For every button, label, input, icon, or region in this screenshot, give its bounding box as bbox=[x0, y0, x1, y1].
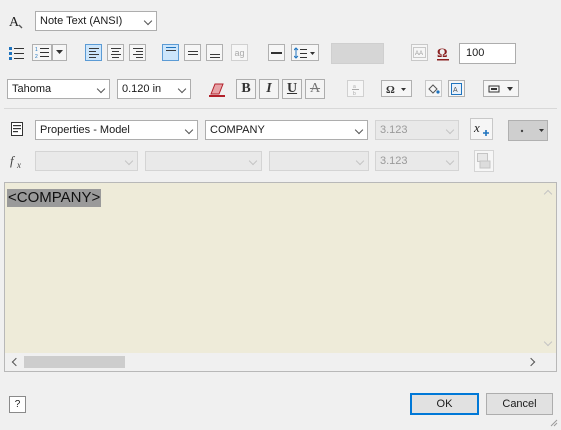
property-type-value: Properties - Model bbox=[40, 124, 130, 136]
section-divider bbox=[4, 108, 557, 109]
fit-text-icon: ag bbox=[231, 44, 248, 61]
svg-text:b: b bbox=[353, 91, 356, 95]
resize-grip-icon[interactable] bbox=[547, 416, 559, 428]
line-spacing-value bbox=[331, 43, 384, 64]
align-top-icon[interactable] bbox=[162, 44, 179, 61]
italic-button[interactable]: I bbox=[259, 79, 279, 99]
svg-text:x: x bbox=[473, 121, 480, 135]
svg-text:x: x bbox=[16, 160, 21, 169]
numbered-list-icon[interactable]: 12 bbox=[32, 44, 52, 61]
text-color-icon[interactable] bbox=[207, 80, 227, 98]
align-center-icon[interactable] bbox=[107, 44, 124, 61]
list-options-dropdown-icon[interactable] bbox=[52, 44, 67, 61]
scroll-left-icon[interactable] bbox=[7, 353, 21, 371]
svg-text:f: f bbox=[10, 153, 16, 168]
svg-text:A: A bbox=[9, 15, 20, 30]
align-middle-icon[interactable] bbox=[184, 44, 201, 61]
function-dropdown-1 bbox=[35, 151, 138, 171]
rotation-icon: Ω bbox=[434, 44, 452, 62]
svg-text:2: 2 bbox=[35, 54, 38, 59]
svg-text:AA: AA bbox=[415, 51, 423, 57]
precision-value: 3.123 bbox=[380, 124, 408, 136]
text-width-icon[interactable]: AA bbox=[411, 44, 428, 61]
align-bottom-icon[interactable] bbox=[206, 44, 223, 61]
scroll-thumb[interactable] bbox=[24, 356, 125, 368]
underline-button[interactable]: U bbox=[282, 79, 302, 99]
symbol-dropdown-icon[interactable]: Ω bbox=[381, 80, 412, 97]
editor-text: <COMPANY> bbox=[7, 189, 102, 207]
help-icon[interactable]: ? bbox=[9, 396, 26, 413]
zoom-value: 100 bbox=[466, 47, 485, 59]
text-editor[interactable]: <COMPANY> bbox=[4, 182, 557, 372]
scroll-down-icon[interactable] bbox=[539, 337, 557, 350]
precision-dropdown: 3.123 bbox=[375, 120, 459, 140]
add-parameter-icon[interactable]: x bbox=[470, 118, 493, 140]
font-size-dropdown[interactable]: 0.120 in bbox=[117, 79, 191, 99]
font-family-value: Tahoma bbox=[12, 83, 52, 95]
insert-function-icon bbox=[474, 150, 494, 172]
bulleted-list-icon[interactable] bbox=[8, 44, 25, 61]
ok-button[interactable]: OK bbox=[410, 393, 479, 415]
svg-text:Ω: Ω bbox=[386, 84, 395, 95]
function-dropdown-2 bbox=[145, 151, 262, 171]
cancel-button[interactable]: Cancel bbox=[486, 393, 553, 415]
properties-icon bbox=[9, 121, 25, 137]
text-style-dropdown[interactable]: Note Text (ANSI) bbox=[35, 11, 157, 31]
text-style-icon: A bbox=[8, 12, 24, 30]
precision-value-2: 3.123 bbox=[380, 155, 408, 167]
fill-color-icon[interactable] bbox=[425, 80, 442, 97]
function-icon: fx bbox=[10, 152, 28, 170]
svg-text:A: A bbox=[453, 87, 458, 94]
scroll-up-icon[interactable] bbox=[539, 186, 557, 199]
font-family-dropdown[interactable]: Tahoma bbox=[7, 79, 110, 99]
strikethrough-button[interactable]: A bbox=[305, 79, 325, 99]
property-name-value: COMPANY bbox=[210, 124, 265, 136]
border-style-dropdown-icon[interactable] bbox=[483, 80, 519, 97]
stack-text-icon: ab bbox=[347, 80, 364, 97]
align-left-icon[interactable] bbox=[85, 44, 102, 61]
function-dropdown-3 bbox=[269, 151, 369, 171]
svg-text:Ω: Ω bbox=[437, 45, 447, 60]
color-picker-icon[interactable] bbox=[508, 120, 548, 141]
align-right-icon[interactable] bbox=[129, 44, 146, 61]
vertical-scrollbar[interactable] bbox=[539, 183, 557, 353]
horizontal-scrollbar[interactable] bbox=[5, 353, 556, 371]
font-size-value: 0.120 in bbox=[122, 83, 162, 95]
text-style-value: Note Text (ANSI) bbox=[40, 15, 123, 27]
line-icon[interactable] bbox=[268, 44, 285, 61]
precision-dropdown-2: 3.123 bbox=[375, 151, 459, 171]
property-name-dropdown[interactable]: COMPANY bbox=[205, 120, 368, 140]
property-type-dropdown[interactable]: Properties - Model bbox=[35, 120, 198, 140]
background-fill-icon[interactable]: A bbox=[448, 80, 465, 97]
scroll-right-icon[interactable] bbox=[525, 353, 539, 371]
bold-button[interactable]: B bbox=[236, 79, 256, 99]
zoom-input[interactable]: 100 bbox=[459, 43, 516, 64]
line-spacing-icon[interactable] bbox=[291, 44, 319, 61]
svg-text:1: 1 bbox=[35, 47, 38, 53]
